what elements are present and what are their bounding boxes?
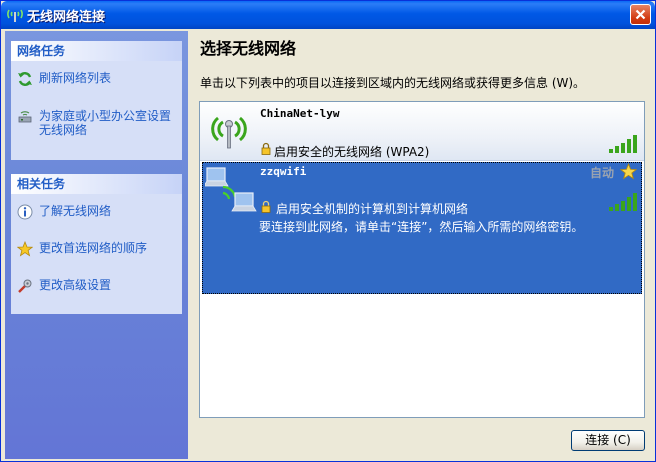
network-ssid: ChinaNet-lyw (260, 107, 340, 120)
network-item[interactable]: ChinaNet-lyw 启用安全的无线网络 (WPA2) (200, 102, 644, 161)
network-security-text: 启用安全机制的计算机到计算机网络 (276, 202, 469, 216)
related-tasks-panel: 相关任务 了解无线网络 更改首选网络的顺序 更改高级设置 (11, 174, 182, 314)
info-icon (17, 204, 33, 220)
task-pane: 网络任务 刷新网络列表 为家庭或小型办公室设置无线网络 相关任务 了解无线网络 … (5, 31, 188, 459)
signal-strength-icon (609, 193, 637, 211)
refresh-network-list-label: 刷新网络列表 (39, 71, 112, 85)
network-ssid: zzqwifi (260, 165, 307, 178)
window-title: 无线网络连接 (27, 10, 106, 25)
connect-instruction-text: 要连接到此网络，请单击“连接”，然后输入所需的网络密钥。 (259, 220, 584, 234)
setup-wireless-network-label: 为家庭或小型办公室设置无线网络 (39, 109, 172, 137)
connect-button[interactable]: 连接 (C) (571, 430, 645, 451)
refresh-network-list-link[interactable]: 刷新网络列表 (17, 71, 177, 87)
wireless-connection-window: 无线网络连接 网络任务 刷新网络列表 为家庭或小型办公室设置无线网络 相关任务 … (0, 0, 656, 462)
change-advanced-settings-label: 更改高级设置 (39, 278, 112, 292)
network-security-text: 启用安全的无线网络 (WPA2) (274, 145, 430, 159)
setup-wireless-network-link[interactable]: 为家庭或小型办公室设置无线网络 (17, 109, 177, 137)
network-list[interactable]: ChinaNet-lyw 启用安全的无线网络 (WPA2) zzqwifi 自动… (199, 101, 645, 418)
learn-wireless-link[interactable]: 了解无线网络 (17, 204, 177, 220)
network-tasks-heading: 网络任务 (11, 41, 182, 61)
page-title: 选择无线网络 (200, 39, 297, 58)
refresh-icon (18, 72, 32, 86)
change-preferred-order-label: 更改首选网络的顺序 (39, 241, 148, 255)
close-button[interactable] (630, 4, 651, 25)
auto-connect-status: 自动 (589, 166, 614, 180)
wireless-network-icon (211, 116, 247, 149)
learn-wireless-label: 了解无线网络 (39, 204, 112, 218)
wireless-antenna-icon (7, 9, 23, 22)
instruction-text: 单击以下列表中的项目以连接到区域内的无线网络或获得更多信息 (W)。 (200, 76, 586, 90)
lock-icon (261, 142, 271, 155)
related-tasks-heading: 相关任务 (11, 174, 182, 194)
change-advanced-settings-link[interactable]: 更改高级设置 (17, 278, 177, 294)
network-item-selected[interactable]: zzqwifi 自动 启用安全机制的计算机到计算机网络 要连接到此网络，请单击“… (202, 162, 642, 294)
preferred-star-icon (620, 163, 637, 180)
wireless-setup-icon (18, 111, 32, 123)
signal-strength-icon (609, 135, 637, 153)
network-tasks-panel: 网络任务 刷新网络列表 为家庭或小型办公室设置无线网络 (11, 41, 182, 160)
close-icon (635, 9, 646, 20)
lock-icon (261, 200, 271, 213)
main-content: 选择无线网络 单击以下列表中的项目以连接到区域内的无线网络或获得更多信息 (W)… (190, 31, 655, 461)
computer-to-computer-icon (205, 167, 257, 212)
settings-icon (18, 279, 32, 293)
change-preferred-order-link[interactable]: 更改首选网络的顺序 (17, 241, 177, 257)
star-icon (17, 241, 33, 257)
title-bar[interactable]: 无线网络连接 (1, 1, 655, 29)
